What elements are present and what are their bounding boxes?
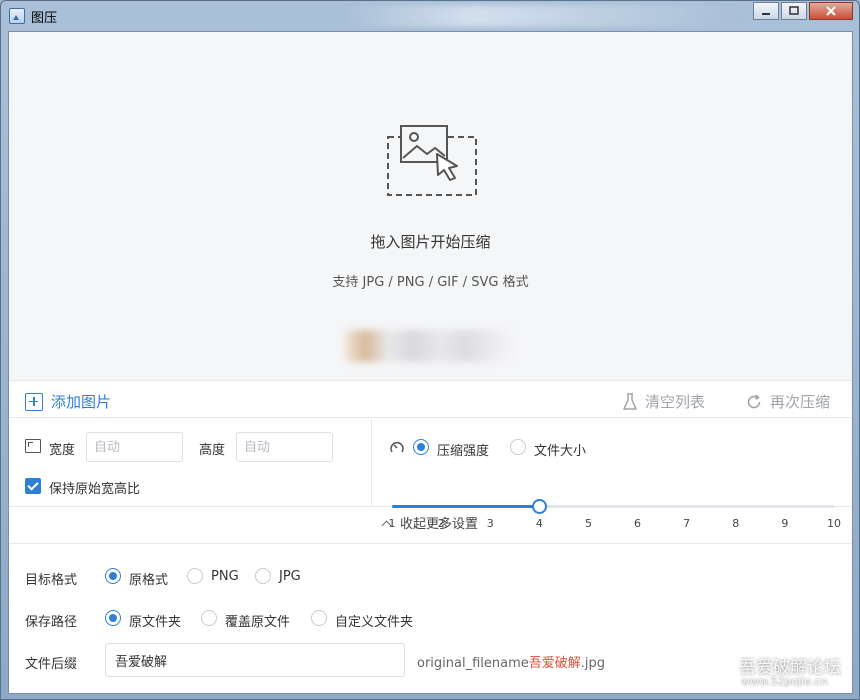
window-title: 图压 xyxy=(31,10,58,26)
app-icon xyxy=(9,8,25,24)
clear-list-label: 清空列表 xyxy=(645,393,706,411)
format-jpg-label: JPG xyxy=(279,569,301,584)
preview-extension: .jpg xyxy=(580,656,606,671)
width-input[interactable] xyxy=(86,432,183,462)
minimize-icon xyxy=(762,13,770,15)
format-original-label: 原格式 xyxy=(129,573,169,588)
path-overwrite-label: 覆盖原文件 xyxy=(225,615,291,630)
mode-size-radio[interactable] xyxy=(510,439,526,455)
drop-subtitle: 支持 JPG / PNG / GIF / SVG 格式 xyxy=(332,275,529,290)
path-custom-radio[interactable] xyxy=(311,610,327,626)
divider xyxy=(371,419,372,507)
path-custom-label: 自定义文件夹 xyxy=(335,615,414,630)
suffix-input[interactable] xyxy=(105,643,405,677)
drop-zone[interactable]: 拖入图片开始压缩 支持 JPG / PNG / GIF / SVG 格式 xyxy=(9,32,852,381)
recompress-button[interactable]: 再次压缩 xyxy=(746,391,830,412)
collapse-settings-toggle[interactable]: 收起更多设置 xyxy=(9,508,852,544)
format-original-radio[interactable] xyxy=(105,568,121,584)
format-png-label: PNG xyxy=(211,569,239,584)
minimize-button[interactable] xyxy=(753,2,779,20)
blurred-content xyxy=(345,330,517,362)
flask-icon xyxy=(623,392,637,410)
close-icon xyxy=(826,6,836,16)
suffix-label: 文件后缀 xyxy=(25,657,78,672)
maximize-button[interactable] xyxy=(781,2,807,20)
add-image-button[interactable]: 添加图片 xyxy=(25,391,111,412)
collapse-label: 收起更多设置 xyxy=(399,517,478,532)
close-button[interactable] xyxy=(809,2,853,20)
width-label: 宽度 xyxy=(49,443,76,458)
recompress-label: 再次压缩 xyxy=(770,393,831,411)
path-original-label: 原文件夹 xyxy=(129,615,182,630)
preview-prefix: original_filename xyxy=(417,656,529,671)
save-path-label: 保存路径 xyxy=(25,615,78,630)
height-label: 高度 xyxy=(199,443,226,458)
resize-icon xyxy=(25,439,41,453)
watermark-url: www.52pojie.cn xyxy=(741,675,828,688)
client-area: 拖入图片开始压缩 支持 JPG / PNG / GIF / SVG 格式 添加图… xyxy=(8,31,853,694)
app-window: 图压 拖入图片开始压缩 支持 JPG / PNG / GIF / SVG 格式 … xyxy=(0,0,860,700)
settings-panel: 宽度 高度 保持原始宽高比 压缩强度 文件大小 12345678910 xyxy=(9,419,852,530)
toolbar: 添加图片 清空列表 再次压缩 xyxy=(9,382,852,418)
format-png-radio[interactable] xyxy=(187,568,203,584)
background-window-blur xyxy=(341,5,741,27)
maximize-icon xyxy=(789,6,799,15)
filename-preview: original_filename吾爱破解.jpg xyxy=(417,652,605,671)
plus-icon xyxy=(25,392,43,411)
keep-ratio-checkbox[interactable] xyxy=(25,478,41,494)
image-drop-icon xyxy=(387,125,477,196)
add-image-label: 添加图片 xyxy=(51,393,112,411)
chevron-up-icon xyxy=(381,520,392,531)
target-format-label: 目标格式 xyxy=(25,573,78,588)
preview-highlight: 吾爱破解 xyxy=(528,656,581,671)
keep-ratio-label: 保持原始宽高比 xyxy=(49,482,141,497)
refresh-icon xyxy=(747,393,761,408)
title-bar[interactable]: 图压 xyxy=(1,1,859,31)
path-overwrite-radio[interactable] xyxy=(201,610,217,626)
mode-strength-label: 压缩强度 xyxy=(437,444,490,459)
window-controls xyxy=(753,2,853,20)
clear-list-button[interactable]: 清空列表 xyxy=(623,391,705,412)
drop-title: 拖入图片开始压缩 xyxy=(370,233,491,251)
mode-strength-radio[interactable] xyxy=(413,439,429,455)
gauge-icon xyxy=(390,442,404,453)
format-jpg-radio[interactable] xyxy=(255,568,271,584)
path-original-radio[interactable] xyxy=(105,610,121,626)
mode-size-label: 文件大小 xyxy=(534,444,587,459)
height-input[interactable] xyxy=(236,432,333,462)
